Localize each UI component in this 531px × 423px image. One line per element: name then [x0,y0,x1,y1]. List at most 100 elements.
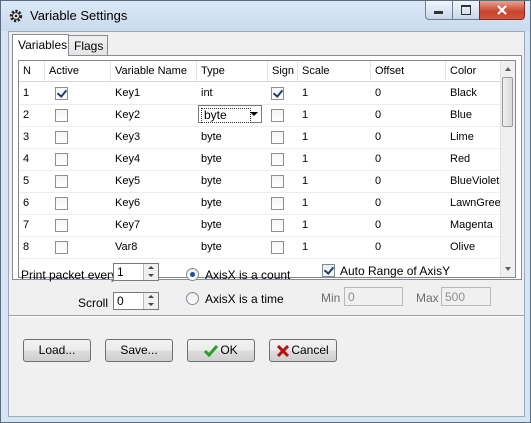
column-header-n[interactable]: N [19,61,45,81]
scale-cell[interactable]: 1 [298,126,371,148]
column-header-variable-name[interactable]: Variable Name [111,61,197,81]
column-header-sign[interactable]: Sign [268,61,298,81]
offset-cell[interactable]: 0 [371,104,446,126]
sign-checkbox[interactable] [271,87,284,100]
axisx-count-radio[interactable] [186,268,199,281]
table-row[interactable]: 3 Key3 byte 1 0 Lime [19,126,501,149]
spin-down-icon[interactable] [148,274,154,277]
scroll-down-icon[interactable] [505,267,511,271]
color-cell[interactable]: BlueViolet [446,170,501,192]
name-cell[interactable]: Key7 [111,214,197,236]
active-checkbox[interactable] [55,197,68,210]
offset-cell[interactable]: 0 [371,192,446,214]
type-dropdown[interactable]: byte [198,105,262,123]
sign-checkbox[interactable] [271,153,284,166]
table-row[interactable]: 1 Key1 int 1 0 Black [19,82,501,105]
title-bar[interactable]: Variable Settings [1,1,530,31]
scroll-spinner[interactable]: 0 [113,292,159,310]
type-cell[interactable]: int [197,82,268,104]
active-checkbox[interactable] [55,109,68,122]
load-button[interactable]: Load... [23,339,91,362]
scroll-up-icon[interactable] [505,67,511,71]
name-cell[interactable]: Key4 [111,148,197,170]
offset-cell[interactable]: 0 [371,214,446,236]
scale-cell[interactable]: 1 [298,214,371,236]
scroll-value[interactable]: 0 [117,294,124,308]
n-cell[interactable]: 8 [19,236,45,258]
column-header-offset[interactable]: Offset [371,61,446,81]
name-cell[interactable]: Key6 [111,192,197,214]
min-input[interactable]: 0 [344,287,403,306]
color-cell[interactable]: Blue [446,104,501,126]
column-header-type[interactable]: Type [197,61,268,81]
axisx-time-radio[interactable] [186,292,199,305]
close-button[interactable] [479,1,525,20]
column-header-active[interactable]: Active [45,61,111,81]
tab-variables[interactable]: Variables [12,34,69,56]
sign-checkbox[interactable] [271,219,284,232]
scale-cell[interactable]: 1 [298,236,371,258]
color-cell[interactable]: LawnGreen [446,192,507,214]
tab-flags[interactable]: Flags [68,35,108,56]
save-button[interactable]: Save... [105,339,173,362]
n-cell[interactable]: 3 [19,126,45,148]
n-cell[interactable]: 5 [19,170,45,192]
n-cell[interactable]: 2 [19,104,45,126]
type-cell[interactable]: byte [197,192,268,214]
table-row[interactable]: 6 Key6 byte 1 0 LawnGreen [19,192,507,215]
name-cell[interactable]: Key3 [111,126,197,148]
active-checkbox[interactable] [55,153,68,166]
table-row[interactable]: 8 Var8 byte 1 0 Olive [19,236,501,259]
active-checkbox[interactable] [55,175,68,188]
variables-grid[interactable]: N Active Variable Name Type Sign Scale O… [18,60,516,278]
type-cell[interactable]: byte [197,170,268,192]
active-checkbox[interactable] [55,131,68,144]
axisx-time-label[interactable]: AxisX is a time [205,292,284,306]
offset-cell[interactable]: 0 [371,82,446,104]
chevron-down-icon[interactable] [250,112,258,116]
active-checkbox[interactable] [55,219,68,232]
type-cell[interactable]: byte [197,148,268,170]
active-checkbox[interactable] [55,87,68,100]
name-cell[interactable]: Key2 [111,104,197,126]
sign-checkbox[interactable] [271,175,284,188]
cancel-button[interactable]: Cancel [269,339,337,362]
ok-button[interactable]: OK [187,339,255,362]
table-row[interactable]: 4 Key4 byte 1 0 Red [19,148,501,171]
table-row[interactable]: 5 Key5 byte 1 0 BlueViolet [19,170,501,193]
column-header-scale[interactable]: Scale [298,61,371,81]
type-cell[interactable]: byte [197,214,268,236]
print-packet-stepper[interactable] [143,264,158,280]
n-cell[interactable]: 4 [19,148,45,170]
scroll-stepper[interactable] [143,293,158,309]
type-cell[interactable]: byte [197,126,268,148]
scale-cell[interactable]: 1 [298,170,371,192]
color-cell[interactable]: Lime [446,126,501,148]
maximize-button[interactable] [452,1,480,20]
scroll-thumb[interactable] [502,77,513,127]
table-row[interactable]: 7 Key7 byte 1 0 Magenta [19,214,501,237]
color-cell[interactable]: Black [446,82,501,104]
name-cell[interactable]: Key1 [111,82,197,104]
scale-cell[interactable]: 1 [298,192,371,214]
color-cell[interactable]: Red [446,148,501,170]
grid-vertical-scrollbar[interactable] [500,61,515,277]
print-packet-spinner[interactable]: 1 [113,263,159,281]
sign-checkbox[interactable] [271,131,284,144]
scale-cell[interactable]: 1 [298,82,371,104]
n-cell[interactable]: 1 [19,82,45,104]
name-cell[interactable]: Key5 [111,170,197,192]
n-cell[interactable]: 6 [19,192,45,214]
axisx-count-label[interactable]: AxisX is a count [205,268,290,282]
auto-range-label[interactable]: Auto Range of AxisY [340,264,450,278]
offset-cell[interactable]: 0 [371,148,446,170]
sign-checkbox[interactable] [271,241,284,254]
color-cell[interactable]: Magenta [446,214,501,236]
scale-cell[interactable]: 1 [298,148,371,170]
spin-up-icon[interactable] [148,295,154,298]
offset-cell[interactable]: 0 [371,236,446,258]
auto-range-checkbox[interactable] [322,264,335,277]
max-input[interactable]: 500 [441,287,491,306]
sign-checkbox[interactable] [271,197,284,210]
n-cell[interactable]: 7 [19,214,45,236]
